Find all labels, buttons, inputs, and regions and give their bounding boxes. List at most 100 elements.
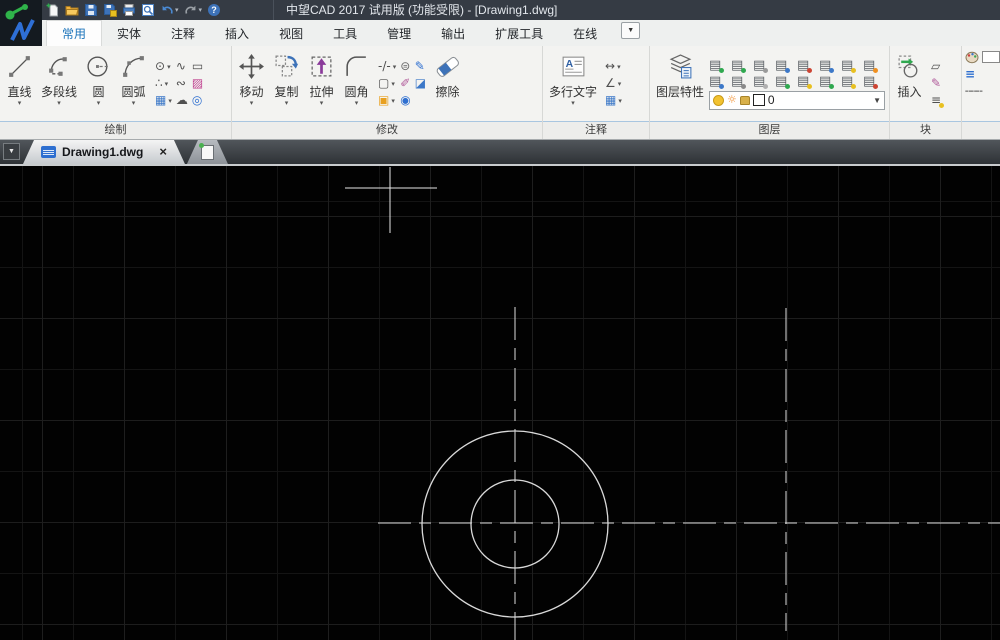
line-button[interactable]: 直线 ▾ xyxy=(3,50,36,118)
drawing-canvas[interactable] xyxy=(0,166,1000,640)
chevron-down-icon: ▼ xyxy=(627,27,634,34)
rectangle-button[interactable]: ▭ xyxy=(192,59,203,74)
modify-mini-tools: -/-▾ ⊜ ✎ ▢▾ ✐ ◪ ▣▾ ◉ xyxy=(378,59,426,108)
layer-turn-all-on-button[interactable]: ▤ xyxy=(841,58,862,73)
current-layer-value: 0 xyxy=(768,93,775,107)
panel-label-layers: 图层 xyxy=(650,121,889,139)
stretch-button[interactable]: 拉伸 ▾ xyxy=(305,50,338,118)
table-button[interactable]: ▦▾ xyxy=(605,93,622,108)
arc-label: 圆弧 xyxy=(122,83,146,100)
break-button[interactable]: ◉ xyxy=(400,93,410,108)
ribbon: 直线 ▾ 多段线 ▾ 圆 ▾ 圆弧 ▾ ⊙▾ ∿ ▭ ∴▾ xyxy=(0,46,1000,140)
explode-button[interactable]: ▣▾ xyxy=(378,93,396,108)
layer-fade-lock-button[interactable]: ▤ xyxy=(841,74,862,89)
circle-button[interactable]: 圆 ▾ xyxy=(82,50,115,118)
color-palette-icon[interactable] xyxy=(965,50,979,64)
chevron-down-icon: ▾ xyxy=(175,6,179,14)
fillet-button[interactable]: 圆角 ▾ xyxy=(340,50,373,118)
layer-refresh-icon: ▤ xyxy=(819,75,831,88)
trim-button[interactable]: -/-▾ xyxy=(378,59,396,74)
layer-isolate-button[interactable]: ▤ xyxy=(753,58,774,73)
layer-delete-button[interactable]: ▤ xyxy=(863,74,884,89)
new-document-tab-button[interactable] xyxy=(187,140,228,164)
print-button[interactable] xyxy=(122,2,136,18)
revision-cloud-button[interactable]: ☁ xyxy=(176,93,188,108)
mtext-button[interactable]: A 多行文字 ▾ xyxy=(546,50,600,118)
tab-list-dropdown-button[interactable]: ▼ xyxy=(3,143,20,160)
layer-merge-button[interactable]: ▤ xyxy=(753,74,774,89)
ribbon-tab-2[interactable]: 注释 xyxy=(156,20,210,46)
undo-button[interactable]: ▾ xyxy=(160,2,179,18)
ribbon-tab-4[interactable]: 视图 xyxy=(264,20,318,46)
arc-button[interactable]: 圆弧 ▾ xyxy=(117,50,150,118)
save-as-button[interactable] xyxy=(103,2,117,18)
insert-block-button[interactable]: 插入 xyxy=(893,50,926,118)
erase-button[interactable]: 擦除 xyxy=(431,50,464,118)
create-block-button[interactable]: ▱ xyxy=(931,59,941,74)
current-color-swatch[interactable] xyxy=(982,51,1000,63)
layer-lock-button[interactable]: ▤ xyxy=(797,58,818,73)
polyline-button[interactable]: 多段线 ▾ xyxy=(38,50,80,118)
layer-off-button[interactable]: ▤ xyxy=(709,58,730,73)
layer-on-button[interactable]: ▤ xyxy=(731,58,752,73)
scale-button[interactable]: ▢▾ xyxy=(378,76,396,91)
chevron-down-icon: ▾ xyxy=(393,63,397,71)
hatch-edit-button[interactable]: ◪ xyxy=(415,76,426,91)
ribbon-overflow-button[interactable]: ▼ xyxy=(621,22,640,39)
quick-access-toolbar: ▾ ▾? xyxy=(46,2,221,18)
app-logo[interactable] xyxy=(0,0,42,46)
layer-freeze-button[interactable]: ▤ xyxy=(775,58,796,73)
donut-button[interactable]: ◎ xyxy=(192,93,203,108)
save-button[interactable] xyxy=(84,2,98,18)
close-icon[interactable]: × xyxy=(159,146,167,158)
ribbon-tab-0[interactable]: 常用 xyxy=(46,20,102,46)
layer-refresh-button[interactable]: ▤ xyxy=(819,74,840,89)
layer-state-button[interactable]: ▤ xyxy=(775,74,796,89)
match-properties-button[interactable]: ⊜ xyxy=(400,59,410,74)
leader-button[interactable]: ∠▾ xyxy=(605,76,622,91)
ribbon-tab-6[interactable]: 管理 xyxy=(372,20,426,46)
spline-button[interactable]: ∿ xyxy=(176,59,188,74)
document-tab-bar: ▼ Drawing1.dwg × xyxy=(0,140,1000,166)
block-editor-button[interactable]: ✎ xyxy=(931,76,941,91)
polyline-3d-button[interactable]: ∾ xyxy=(176,76,188,91)
lineweight-icon[interactable]: ≡ xyxy=(965,67,975,81)
copy-icon xyxy=(273,52,300,82)
redo-button[interactable]: ▾ xyxy=(184,2,203,18)
edit-length-icon: ✎ xyxy=(415,60,425,73)
linear-dimension-button[interactable]: ↔▾ xyxy=(605,59,622,74)
copy-button[interactable]: 复制 ▾ xyxy=(270,50,303,118)
ribbon-tab-7[interactable]: 输出 xyxy=(426,20,480,46)
ribbon-tab-1[interactable]: 实体 xyxy=(102,20,156,46)
ribbon-tab-5[interactable]: 工具 xyxy=(318,20,372,46)
layer-match-button[interactable]: ▤ xyxy=(709,74,730,89)
ribbon-tab-3[interactable]: 插入 xyxy=(210,20,264,46)
chevron-down-icon: ▾ xyxy=(167,63,171,71)
annotate-mini-tools: ↔▾ ∠▾ ▦▾ xyxy=(605,59,622,108)
attribute-manager-button[interactable]: ≡ xyxy=(931,93,941,108)
layer-unlock-button[interactable]: ▤ xyxy=(819,58,840,73)
edit-length-button[interactable]: ✎ xyxy=(415,59,426,74)
layer-thaw-all-button[interactable]: ▤ xyxy=(863,58,884,73)
linetype-icon[interactable]: ╌╌╌ xyxy=(965,85,982,98)
spline-edit-button[interactable]: ✐ xyxy=(400,76,410,91)
attribute-manager-icon: ≡ xyxy=(931,94,941,107)
region-button[interactable]: ▦▾ xyxy=(155,93,172,108)
help-button[interactable]: ? xyxy=(207,2,221,18)
copy-label: 复制 xyxy=(274,83,298,100)
document-tab-drawing1[interactable]: Drawing1.dwg × xyxy=(23,140,185,164)
plot-preview-button[interactable] xyxy=(141,2,155,18)
layer-dropdown[interactable]: ☼ 0 ▼ xyxy=(709,91,885,110)
new-file-button[interactable] xyxy=(46,2,60,18)
panel-block: 插入 ▱✎≡ 块 xyxy=(890,46,962,139)
layer-previous-button[interactable]: ▤ xyxy=(731,74,752,89)
hatch-button[interactable]: ▨ xyxy=(192,76,203,91)
layer-properties-button[interactable]: 图层特性 xyxy=(653,50,707,118)
ribbon-tab-9[interactable]: 在线 xyxy=(558,20,612,46)
ribbon-tab-8[interactable]: 扩展工具 xyxy=(480,20,558,46)
move-button[interactable]: 移动 ▾ xyxy=(235,50,268,118)
point-button[interactable]: ∴▾ xyxy=(155,76,172,91)
layer-walk-button[interactable]: ▤ xyxy=(797,74,818,89)
open-file-button[interactable] xyxy=(65,2,79,18)
ellipse-button[interactable]: ⊙▾ xyxy=(155,59,172,74)
